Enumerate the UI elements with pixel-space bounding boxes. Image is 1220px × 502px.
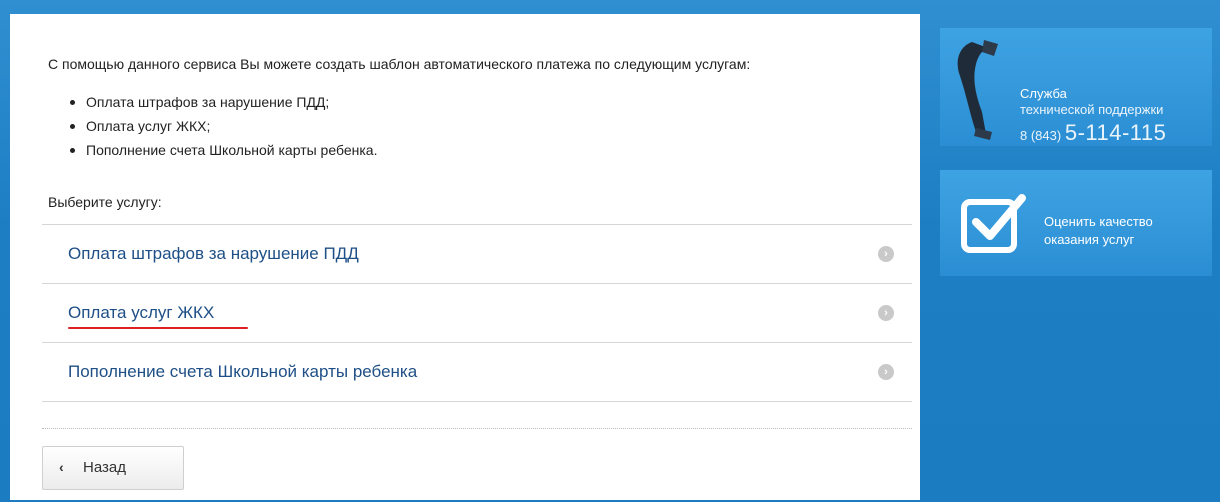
chevron-right-icon[interactable]: ›: [878, 246, 894, 262]
services-bullet-list: Оплата штрафов за нарушение ПДД; Оплата …: [48, 90, 377, 162]
red-underline-mark: [68, 327, 248, 329]
bullet-dot-icon: [70, 100, 75, 105]
chevron-right-icon[interactable]: ›: [878, 364, 894, 380]
bullet-item: Оплата услуг ЖКХ;: [48, 114, 377, 138]
bullet-dot-icon: [70, 148, 75, 153]
intro-text: С помощью данного сервиса Вы можете созд…: [48, 56, 751, 72]
support-phone-code: 8 (843): [1020, 128, 1062, 143]
service-label[interactable]: Оплата услуг ЖКХ: [68, 303, 214, 323]
bullet-dot-icon: [70, 124, 75, 129]
main-panel: С помощью данного сервиса Вы можете созд…: [10, 14, 920, 500]
support-banner[interactable]: Служба технической поддержки 8 (843) 5-1…: [940, 28, 1212, 146]
service-list: Оплата штрафов за нарушение ПДД › Оплата…: [42, 224, 912, 402]
choose-service-label: Выберите услугу:: [48, 194, 162, 210]
rate-quality-line2: оказания услуг: [1044, 232, 1135, 247]
chevron-left-icon: ‹: [59, 459, 64, 475]
bullet-item: Оплата штрафов за нарушение ПДД;: [48, 90, 377, 114]
service-item-traffic-fines[interactable]: Оплата штрафов за нарушение ПДД ›: [42, 225, 912, 284]
service-item-utilities[interactable]: Оплата услуг ЖКХ ›: [42, 284, 912, 343]
bullet-text: Пополнение счета Школьной карты ребенка.: [86, 142, 378, 158]
rate-quality-banner[interactable]: Оценить качество оказания услуг: [940, 170, 1212, 276]
support-phone: 8 (843) 5-114-115: [1020, 120, 1166, 146]
rate-quality-line1: Оценить качество: [1044, 214, 1153, 229]
chevron-right-icon[interactable]: ›: [878, 305, 894, 321]
divider: [42, 428, 912, 429]
service-label[interactable]: Оплата штрафов за нарушение ПДД: [68, 244, 359, 264]
support-phone-number: 5-114-115: [1064, 120, 1167, 145]
service-label[interactable]: Пополнение счета Школьной карты ребенка: [68, 362, 417, 382]
telephone-handset-icon: [957, 40, 998, 140]
checkbox-check-icon: [961, 194, 1026, 253]
bullet-item: Пополнение счета Школьной карты ребенка.: [48, 138, 377, 162]
support-title-line1: Служба: [1020, 86, 1067, 101]
bullet-text: Оплата штрафов за нарушение ПДД;: [86, 94, 330, 110]
service-item-school-card[interactable]: Пополнение счета Школьной карты ребенка …: [42, 343, 912, 402]
back-button-label: Назад: [83, 459, 126, 476]
back-button[interactable]: ‹ Назад: [42, 446, 184, 490]
support-title-line2: технической поддержки: [1020, 102, 1164, 117]
bullet-text: Оплата услуг ЖКХ;: [86, 118, 211, 134]
